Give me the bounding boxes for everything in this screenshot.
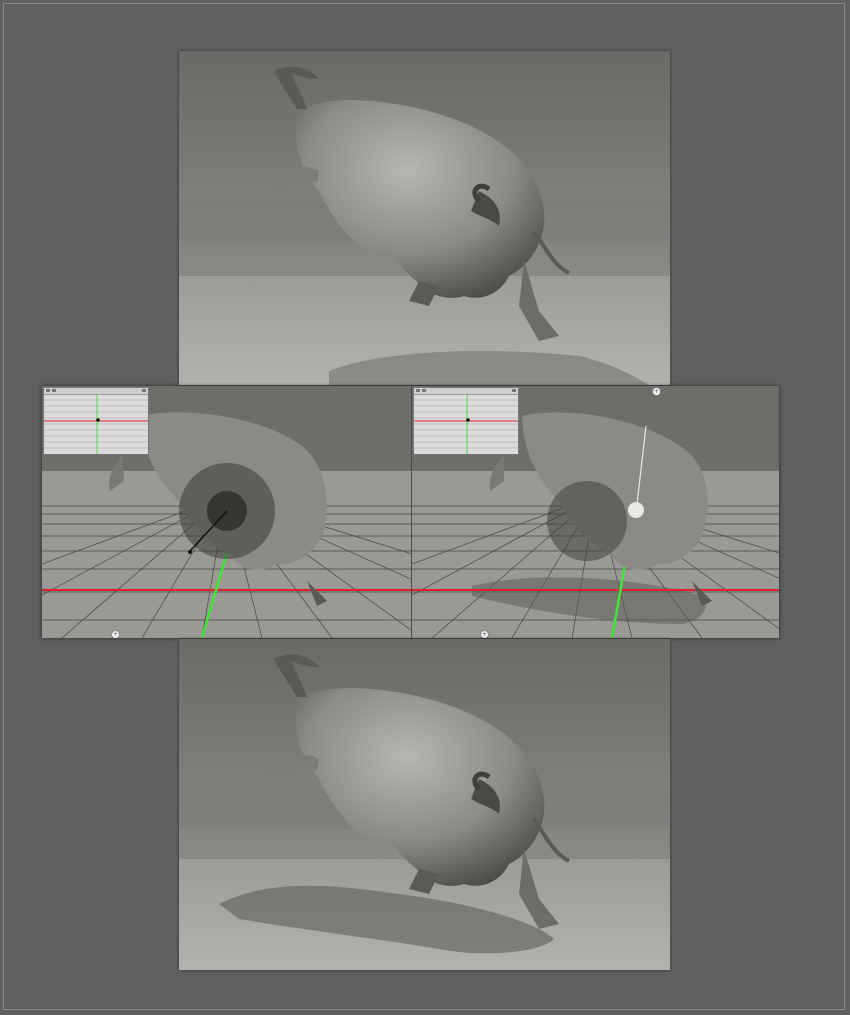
bull-render-bottom-icon [179,639,670,970]
minimap-titlebar [414,388,518,395]
minimap-top-view-right[interactable] [413,387,519,455]
render-top-image [179,51,670,385]
render-bottom-image [179,639,670,970]
bull-render-top-icon [179,51,670,385]
viewport-right[interactable]: + + [411,386,779,638]
top-view-grid-icon [44,394,148,454]
viewport-right-handle-icon[interactable]: + [480,630,489,638]
viewport-left[interactable]: + [42,386,411,638]
viewport-right-top-handle-icon[interactable]: + [652,387,661,396]
viewport-strip: + + + [42,386,779,638]
viewport-left-handle-icon[interactable]: + [111,630,120,638]
minimap-top-view-left[interactable] [43,387,149,455]
top-view-grid-icon [414,394,518,454]
minimap-titlebar [44,388,148,395]
